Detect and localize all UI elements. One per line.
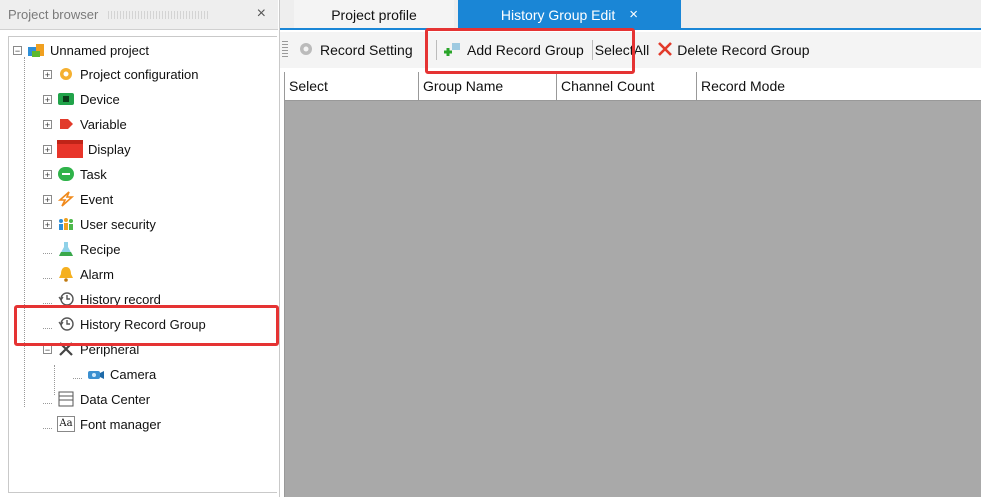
tab-label: Project profile <box>331 6 417 23</box>
expand-icon[interactable]: + <box>43 194 52 204</box>
column-header-record-mode[interactable]: Record Mode <box>697 72 981 100</box>
tree-item-label: Display <box>88 141 131 157</box>
event-lightning-icon <box>57 191 75 207</box>
expand-icon[interactable]: + <box>43 94 52 104</box>
tree-item-font-manager[interactable]: Aa Font manager <box>43 413 161 435</box>
tree-item-user-security[interactable]: + User security <box>43 213 156 235</box>
variable-tag-icon <box>57 116 75 132</box>
settings-gear-icon <box>298 41 314 60</box>
editor-area: Project profile History Group Edit × Rec… <box>280 0 981 497</box>
tree-connector <box>43 244 52 254</box>
record-setting-button[interactable]: Record Setting <box>298 35 432 65</box>
record-group-grid[interactable]: Select Group Name Channel Count Record M… <box>284 72 981 497</box>
column-header-channel-count[interactable]: Channel Count <box>557 72 697 100</box>
project-tree: − Unnamed project + Project configuratio… <box>8 36 277 493</box>
delete-record-group-label: Delete Record Group <box>677 42 810 58</box>
tree-connector <box>43 419 52 429</box>
column-header-group-name[interactable]: Group Name <box>419 72 557 100</box>
highlight-box-history-record-group <box>14 305 279 346</box>
tree-item-label: Font manager <box>80 416 161 432</box>
tree-item-unnamed-project[interactable]: − Unnamed project <box>13 39 149 61</box>
tree-item-task[interactable]: + Task <box>43 163 107 185</box>
tree-item-label: Data Center <box>80 391 151 407</box>
tree-item-label: Alarm <box>80 266 114 282</box>
tree-item-label: Recipe <box>80 241 121 257</box>
tree-item-recipe[interactable]: Recipe <box>43 238 120 260</box>
highlight-box-add-record-group <box>425 28 635 74</box>
tree-item-variable[interactable]: + Variable <box>43 113 127 135</box>
tab-history-group-edit[interactable]: History Group Edit × <box>458 0 681 29</box>
alarm-bell-icon <box>57 266 75 282</box>
project-browser-title: Project browser <box>8 7 99 22</box>
collapse-icon[interactable]: − <box>13 45 22 55</box>
expand-icon[interactable]: + <box>43 119 52 129</box>
delete-record-group-button[interactable]: Delete Record Group <box>657 35 810 65</box>
project-browser-header: Project browser × <box>0 0 278 30</box>
record-setting-label: Record Setting <box>320 42 413 58</box>
project-browser-panel: Project browser × − Unnamed project + Pr… <box>0 0 280 497</box>
close-icon[interactable]: × <box>257 5 266 23</box>
tree-item-device[interactable]: + Device <box>43 88 120 110</box>
tree-item-display[interactable]: + Display <box>43 138 131 160</box>
expand-icon[interactable]: + <box>43 219 52 229</box>
tree-item-camera[interactable]: Camera <box>73 363 156 385</box>
tree-item-label: Project configuration <box>80 66 199 82</box>
tree-item-label: Event <box>80 191 114 207</box>
project-icon <box>27 42 45 58</box>
delete-x-icon <box>657 41 673 60</box>
tree-item-event[interactable]: + Event <box>43 188 113 210</box>
expand-icon[interactable]: + <box>43 144 52 154</box>
column-header-select[interactable]: Select <box>285 72 419 100</box>
data-center-icon <box>57 391 75 407</box>
tab-strip: Project profile History Group Edit × <box>280 0 981 30</box>
tree-item-alarm[interactable]: Alarm <box>43 263 114 285</box>
tree-item-label: Camera <box>110 366 157 382</box>
tree-item-label: User security <box>80 216 156 232</box>
expand-icon[interactable]: + <box>43 169 52 179</box>
tree-item-label: Variable <box>80 116 127 132</box>
tree-connector <box>43 394 52 404</box>
config-gear-icon <box>57 66 75 82</box>
task-icon <box>57 166 75 182</box>
tree-item-label: Unnamed project <box>50 42 149 58</box>
tree-connector <box>73 369 82 379</box>
tree-connector <box>43 269 52 279</box>
toolbar-grip[interactable] <box>282 41 288 59</box>
tab-label: History Group Edit <box>500 6 616 23</box>
drag-grip[interactable] <box>108 10 209 19</box>
tree-item-label: Task <box>80 166 107 182</box>
tab-project-profile[interactable]: Project profile <box>294 0 454 29</box>
font-icon: Aa <box>57 416 75 432</box>
tree-item-label: Device <box>80 91 120 107</box>
tree-connector <box>24 57 25 407</box>
grid-header: Select Group Name Channel Count Record M… <box>285 72 981 101</box>
tree-connector <box>43 294 52 304</box>
tree-item-data-center[interactable]: Data Center <box>43 388 150 410</box>
display-icon <box>57 139 83 159</box>
close-icon[interactable]: × <box>629 6 638 23</box>
expand-icon[interactable]: + <box>43 69 52 79</box>
tree-item-project-configuration[interactable]: + Project configuration <box>43 63 199 85</box>
recipe-flask-icon <box>57 241 75 257</box>
users-icon <box>57 216 75 232</box>
camera-icon <box>87 366 105 382</box>
device-icon <box>57 91 75 107</box>
